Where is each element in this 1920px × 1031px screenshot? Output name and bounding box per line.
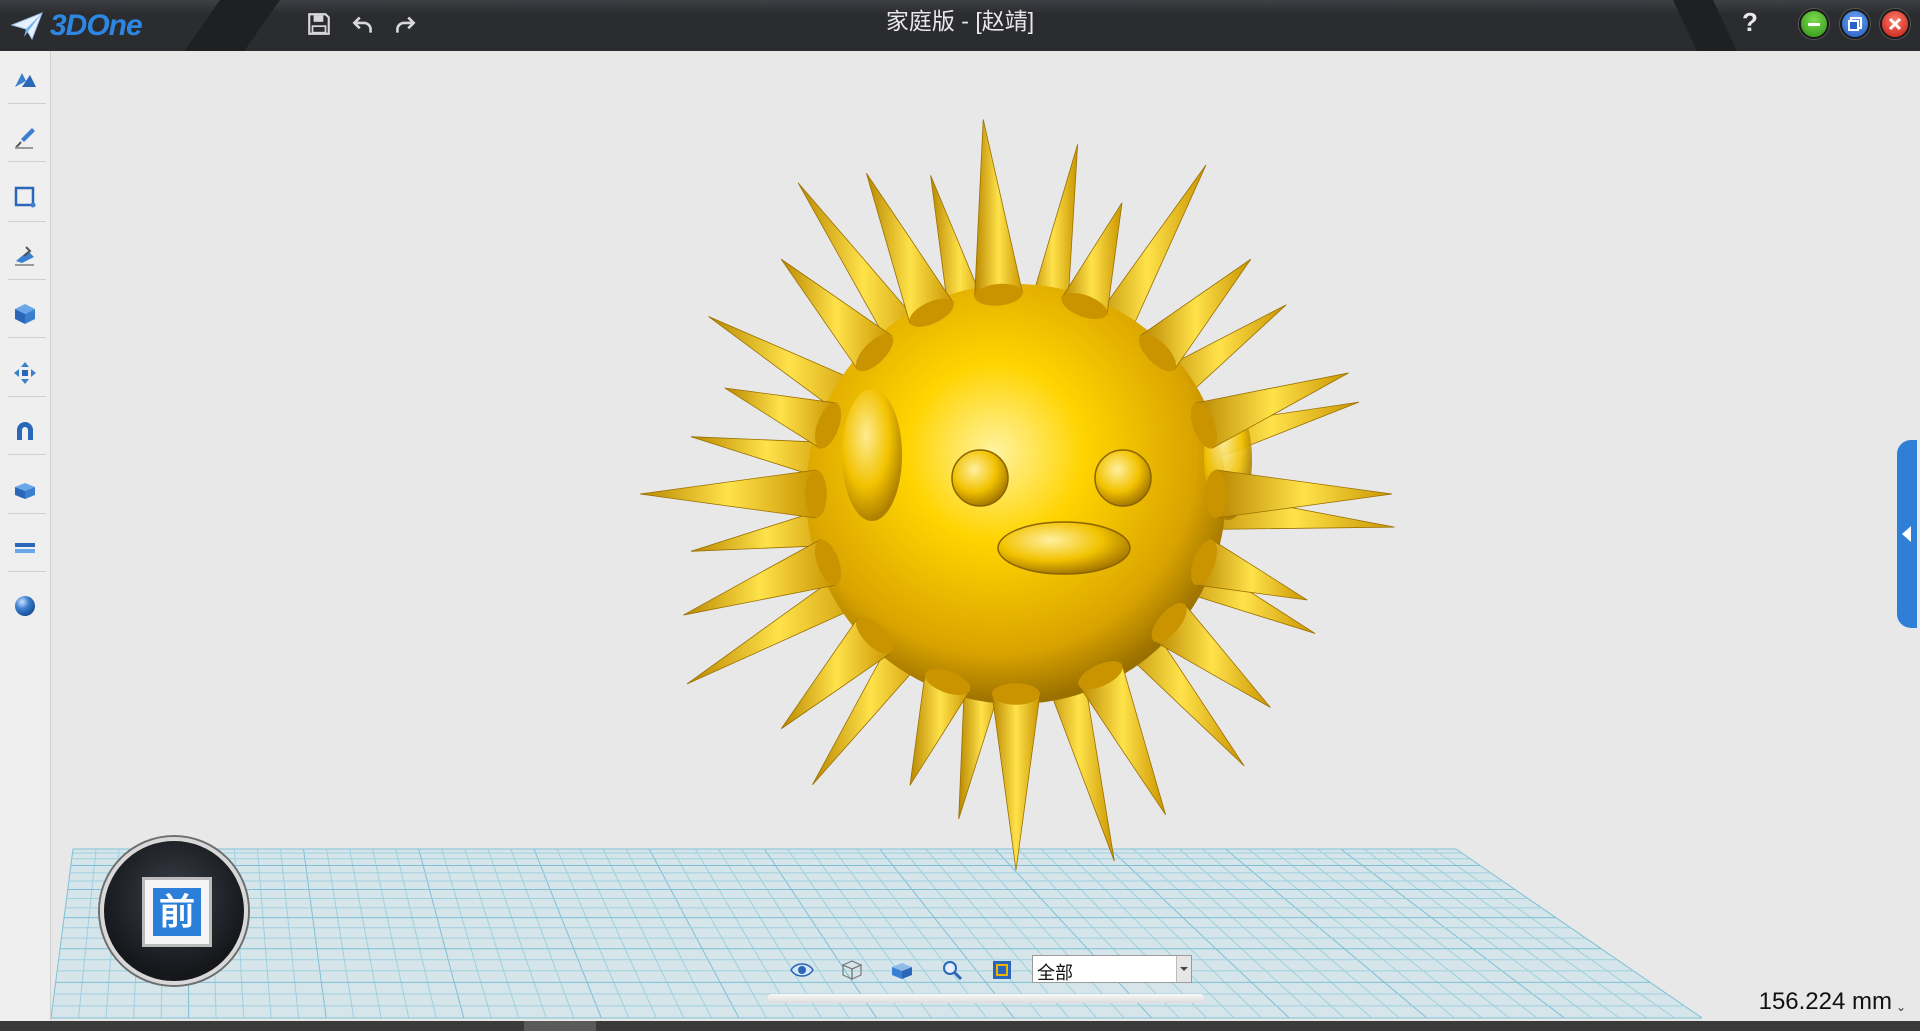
measure-readout: 156.224 mm	[1758, 988, 1892, 1015]
undo-icon[interactable]	[348, 9, 378, 39]
bottom-strip	[768, 994, 1204, 1003]
group-icon	[15, 483, 35, 499]
toolbar-divider	[8, 396, 46, 397]
paper-plane-icon	[10, 12, 43, 41]
app-logo-text: 3DOne	[50, 9, 143, 42]
view-eye-icon[interactable]	[787, 955, 817, 985]
filter-select-value: 全部	[1037, 963, 1073, 983]
view-cube-face[interactable]: 前	[142, 877, 212, 947]
toolbar-divider	[8, 454, 46, 455]
toolbar-divider	[8, 513, 46, 514]
restore-icon	[1848, 17, 1862, 31]
shaded-cube-icon[interactable]	[887, 955, 917, 985]
basic-edit-icon	[14, 362, 36, 384]
scene-canvas[interactable]	[51, 51, 1920, 1021]
spike	[974, 119, 1023, 298]
status-bar	[0, 1021, 1920, 1031]
material-render-icon	[15, 596, 35, 616]
group-tool[interactable]	[0, 461, 50, 519]
toolbar-divider	[8, 221, 46, 222]
grid-floor	[51, 848, 1703, 1019]
app-logo[interactable]: 3DOne	[10, 6, 143, 46]
close-icon	[1888, 17, 1902, 31]
toolbar-divider	[8, 337, 46, 338]
sketch-icon	[15, 128, 35, 149]
material-render-tool[interactable]	[0, 577, 50, 635]
spike	[639, 469, 817, 519]
view-cube[interactable]: 前	[100, 837, 248, 985]
measure-icon	[15, 543, 35, 553]
basic-shapes-icon	[15, 73, 36, 87]
minimize-button[interactable]	[1799, 9, 1829, 39]
3d-viewport[interactable]: 前	[51, 51, 1920, 1021]
save-icon[interactable]	[304, 9, 334, 39]
help-button[interactable]: ?	[1734, 6, 1766, 38]
title-bar: 3DOne 家庭版 - [赵靖] ?	[0, 0, 1920, 51]
special-features-icon	[15, 304, 35, 324]
spike-base	[992, 683, 1040, 705]
sketch-edit-icon	[14, 186, 36, 208]
left-toolbar	[0, 51, 51, 1021]
spike-base	[1205, 470, 1227, 518]
sketch-tool[interactable]	[0, 109, 50, 167]
render-mode-icon[interactable]	[987, 955, 1017, 985]
chevron-down-icon[interactable]	[1176, 956, 1191, 982]
restore-button[interactable]	[1840, 9, 1870, 39]
wireframe-cube-icon[interactable]	[837, 955, 867, 985]
toolbar-divider	[8, 161, 46, 162]
measure-dropdown-icon[interactable]: ⌄	[1896, 1000, 1906, 1014]
toolbar-divider	[8, 279, 46, 280]
view-cube-front-label: 前	[153, 888, 201, 936]
redo-icon[interactable]	[390, 9, 420, 39]
spike	[991, 693, 1041, 871]
feature-modeling-icon	[15, 246, 34, 266]
title-bar-shine	[0, 0, 1920, 14]
spiky-ball-model[interactable]	[639, 119, 1395, 871]
face-mouth	[997, 521, 1131, 575]
basic-shapes-tool[interactable]	[0, 51, 50, 109]
basic-edit-tool[interactable]	[0, 344, 50, 402]
right-panel-toggle[interactable]	[1897, 440, 1917, 628]
combine-tool[interactable]	[0, 402, 50, 460]
sketch-edit-tool[interactable]	[0, 168, 50, 226]
special-features-tool[interactable]	[0, 285, 50, 343]
bottom-toolbar	[787, 953, 1037, 987]
zoom-icon[interactable]	[937, 955, 967, 985]
measure-tool[interactable]	[0, 519, 50, 577]
toolbar-divider	[8, 571, 46, 572]
minimize-icon	[1808, 23, 1820, 26]
horizontal-scrollbar-thumb[interactable]	[524, 1021, 596, 1031]
close-button[interactable]	[1880, 9, 1910, 39]
feature-modeling-tool[interactable]	[0, 227, 50, 285]
filter-select[interactable]: 全部	[1032, 955, 1192, 983]
collapse-arrow-icon	[1902, 526, 1911, 542]
combine-icon	[17, 422, 33, 440]
toolbar-divider	[8, 103, 46, 104]
spike-base	[805, 470, 827, 518]
